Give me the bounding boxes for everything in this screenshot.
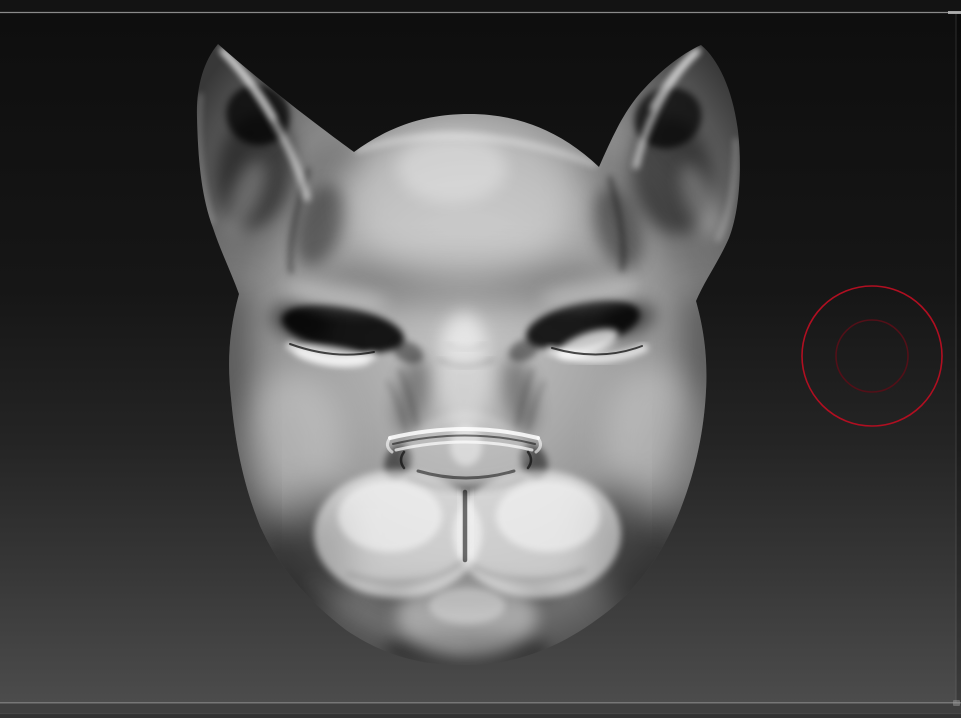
right-edge-strip (956, 13, 961, 703)
top-right-corner-notch (948, 11, 961, 14)
bottom-status-strip (0, 704, 961, 714)
chin (397, 577, 537, 657)
bottom-edge-strip (0, 714, 961, 718)
corner-grip (953, 700, 960, 706)
app-window (0, 0, 961, 718)
top-menu-bar (0, 0, 961, 12)
